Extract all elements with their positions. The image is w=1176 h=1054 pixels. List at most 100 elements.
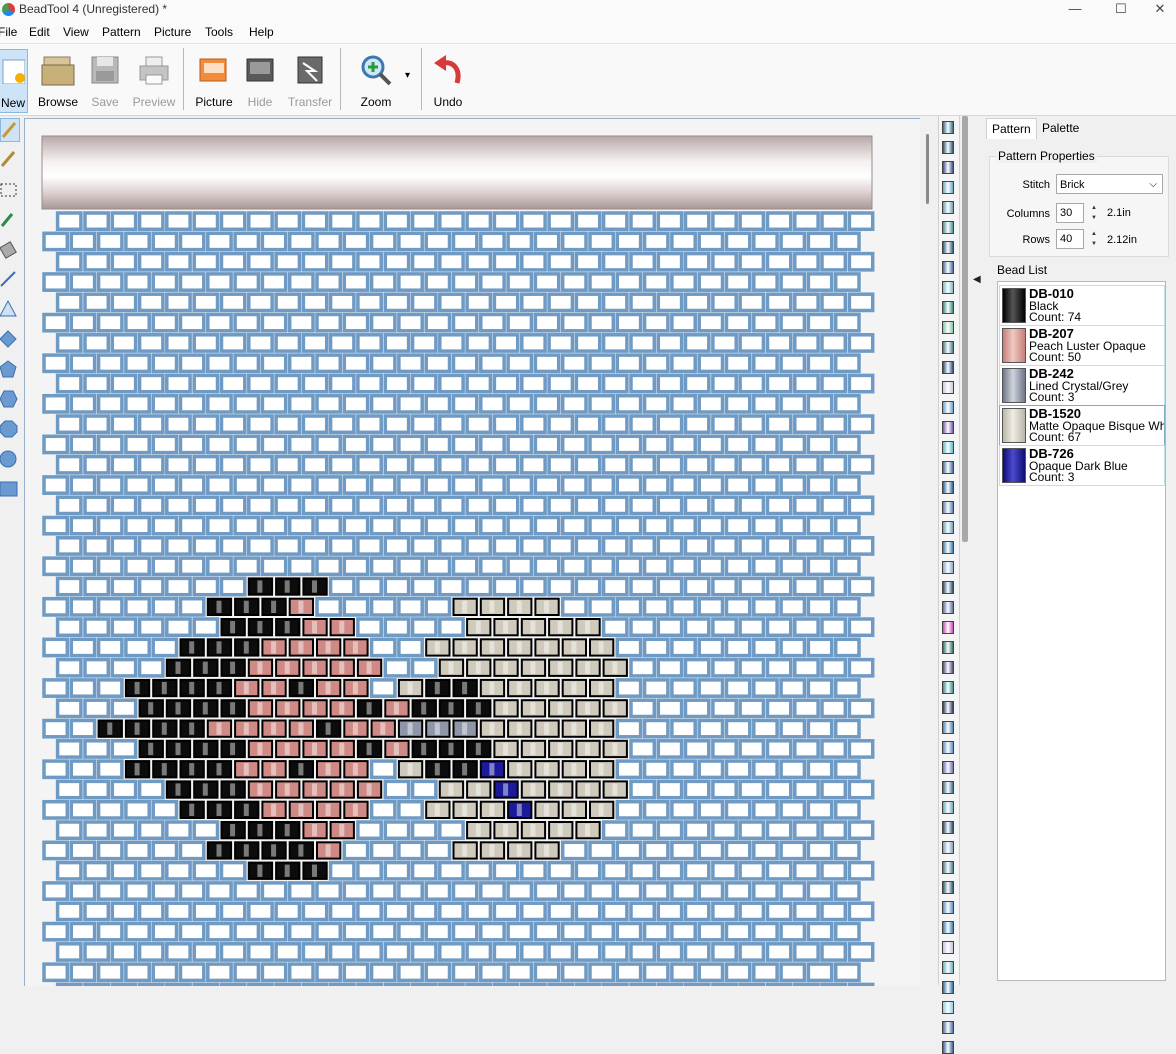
bead-cell[interactable]	[69, 596, 97, 617]
bead-cell[interactable]	[124, 556, 151, 577]
bead-cell[interactable]	[124, 353, 151, 374]
bead-cell[interactable]	[670, 556, 697, 577]
bead-cell[interactable]	[793, 901, 820, 922]
bead-cell[interactable]	[383, 454, 411, 475]
bead-cell[interactable]	[137, 251, 165, 272]
bead-cell[interactable]	[165, 860, 192, 881]
bead-cell[interactable]	[42, 921, 70, 942]
bead-cell[interactable]	[410, 414, 438, 435]
bead-item-db-242[interactable]: DB-242 Lined Crystal/Grey Count: 3	[999, 365, 1165, 406]
bead-cell[interactable]	[383, 820, 411, 841]
bead-cell[interactable]	[151, 475, 179, 495]
bead-cell[interactable]	[410, 576, 438, 597]
bead-cell[interactable]	[615, 759, 643, 780]
bead-cell[interactable]	[151, 637, 179, 658]
bead-cell[interactable]	[165, 536, 192, 556]
bead-cell[interactable]	[219, 333, 247, 353]
bead-cell[interactable]	[301, 942, 329, 962]
bead-cell[interactable]	[247, 414, 274, 435]
bead-cell[interactable]	[629, 901, 657, 922]
bead-cell[interactable]	[642, 678, 670, 698]
palette-swatch[interactable]	[942, 521, 954, 534]
bead-cell[interactable]	[724, 556, 752, 577]
bead-cell[interactable]	[410, 251, 438, 272]
bead-cell[interactable]	[683, 901, 711, 922]
bead-cell[interactable]	[724, 840, 752, 861]
bead-cell[interactable]	[820, 251, 848, 272]
bead-cell[interactable]	[697, 475, 725, 495]
bead-cell[interactable]	[301, 901, 329, 922]
bead-cell[interactable]	[438, 211, 465, 232]
bead-cell[interactable]	[697, 231, 725, 252]
bead-cell[interactable]	[151, 231, 179, 252]
bead-cell[interactable]	[656, 495, 684, 516]
bead-cell[interactable]	[642, 231, 670, 252]
bead-cell[interactable]	[151, 515, 179, 536]
bead-cell[interactable]	[520, 860, 547, 881]
bead-cell[interactable]	[492, 495, 520, 516]
bead-cell[interactable]	[301, 454, 329, 475]
bead-cell[interactable]	[547, 211, 575, 232]
bead-cell[interactable]	[711, 901, 738, 922]
bead-cell[interactable]	[711, 942, 738, 962]
bead-cell[interactable]	[724, 231, 752, 252]
bead-cell[interactable]	[520, 536, 547, 556]
bead-cell[interactable]	[479, 921, 506, 942]
bead-cell[interactable]	[847, 820, 875, 841]
tab-palette[interactable]: Palette	[1037, 118, 1084, 138]
bead-cell[interactable]	[397, 434, 424, 455]
bead-cell[interactable]	[233, 353, 261, 374]
bead-cell[interactable]	[793, 454, 820, 475]
bead-cell[interactable]	[765, 820, 793, 841]
bead-cell[interactable]	[492, 576, 520, 597]
bead-cell[interactable]	[629, 860, 657, 881]
bead-cell[interactable]	[615, 312, 643, 333]
palette-swatch[interactable]	[942, 681, 954, 694]
bead-cell[interactable]	[479, 556, 506, 577]
bead-cell[interactable]	[301, 373, 329, 394]
bead-cell[interactable]	[629, 739, 657, 759]
bead-cell[interactable]	[520, 495, 547, 516]
bead-cell[interactable]	[451, 312, 479, 333]
palette-swatch[interactable]	[942, 541, 954, 554]
bead-cell[interactable]	[670, 231, 697, 252]
bead-cell[interactable]	[683, 820, 711, 841]
transfer-button[interactable]: Transfer	[286, 49, 334, 111]
bead-cell[interactable]	[438, 576, 465, 597]
bead-cell[interactable]	[383, 414, 411, 435]
bead-cell[interactable]	[69, 678, 97, 698]
bead-cell[interactable]	[178, 962, 206, 983]
bead-cell[interactable]	[820, 698, 848, 719]
bead-cell[interactable]	[506, 393, 534, 414]
bead-cell[interactable]	[574, 576, 602, 597]
bead-cell[interactable]	[83, 698, 111, 719]
bead-cell[interactable]	[547, 292, 575, 313]
bead-cell[interactable]	[752, 475, 779, 495]
bead-cell[interactable]	[847, 495, 875, 516]
bead-cell[interactable]	[42, 718, 70, 739]
palette-swatch[interactable]	[942, 981, 954, 994]
bead-cell[interactable]	[342, 475, 370, 495]
bead-cell[interactable]	[165, 292, 192, 313]
bead-cell[interactable]	[656, 576, 684, 597]
bead-cell[interactable]	[779, 272, 807, 292]
bead-cell[interactable]	[533, 231, 561, 252]
bead-cell[interactable]	[642, 353, 670, 374]
palette-swatch[interactable]	[942, 921, 954, 934]
bead-cell[interactable]	[165, 617, 192, 638]
bead-cell[interactable]	[683, 617, 711, 638]
bead-cell[interactable]	[55, 576, 83, 597]
bead-cell[interactable]	[656, 454, 684, 475]
bead-cell[interactable]	[397, 231, 424, 252]
bead-cell[interactable]	[110, 617, 138, 638]
bead-cell[interactable]	[738, 739, 766, 759]
bead-cell[interactable]	[752, 759, 779, 780]
bead-cell[interactable]	[206, 921, 233, 942]
bead-cell[interactable]	[438, 292, 465, 313]
bead-cell[interactable]	[410, 292, 438, 313]
bead-cell[interactable]	[752, 515, 779, 536]
bead-cell[interactable]	[397, 596, 424, 617]
bead-cell[interactable]	[574, 211, 602, 232]
palette-swatch[interactable]	[942, 201, 954, 214]
bead-cell[interactable]	[820, 942, 848, 962]
